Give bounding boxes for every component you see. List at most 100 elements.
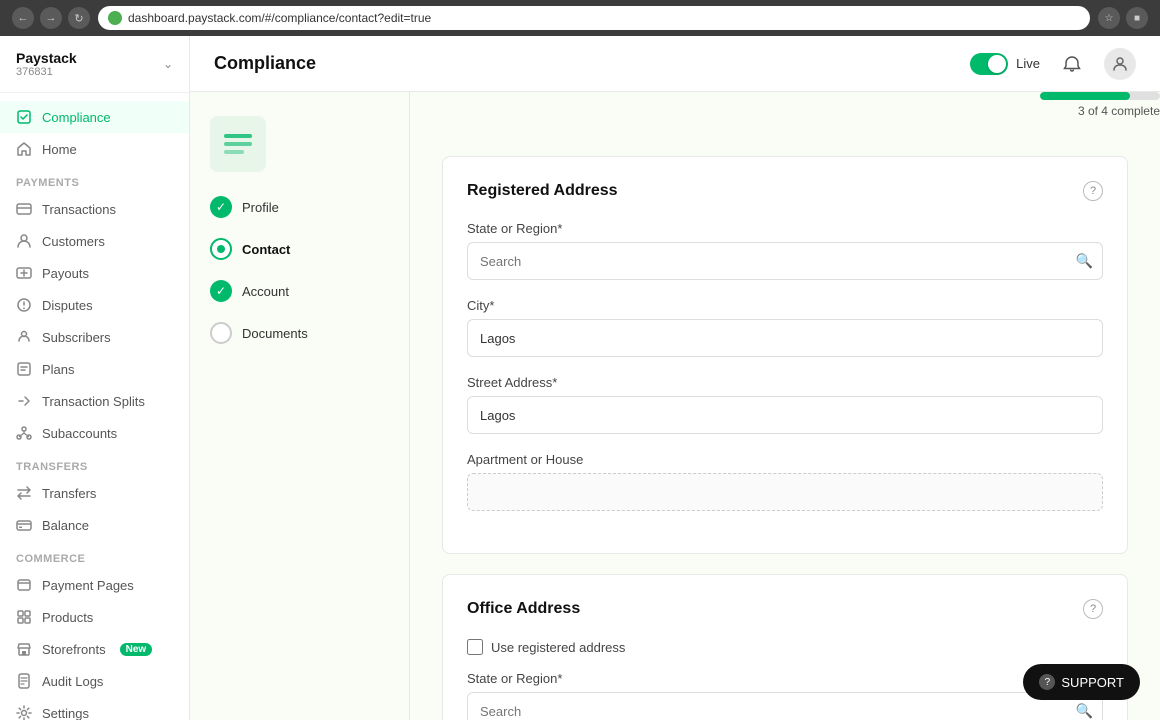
transaction-splits-icon: [16, 393, 32, 409]
sidebar-item-storefronts[interactable]: Storefronts New: [0, 633, 189, 665]
sidebar-item-products[interactable]: Products: [0, 601, 189, 633]
wizard-steps: ✓ Profile Contact ✓ Account: [210, 196, 389, 344]
sidebar-item-compliance[interactable]: Compliance: [0, 101, 189, 133]
progress-bar-outer: [1040, 92, 1160, 100]
sidebar-item-disputes[interactable]: Disputes: [0, 289, 189, 321]
form-area: 3 of 4 complete Registered Address ? Sta…: [410, 92, 1160, 720]
sidebar-item-plans[interactable]: Plans: [0, 353, 189, 385]
registered-address-info-icon[interactable]: ?: [1083, 181, 1103, 201]
office-state-label: State or Region*: [467, 671, 1103, 686]
sidebar-item-balance[interactable]: Balance: [0, 509, 189, 541]
live-label: Live: [1016, 56, 1040, 71]
support-button[interactable]: ? SUPPORT: [1023, 664, 1140, 700]
extensions-icon[interactable]: ■: [1126, 7, 1148, 29]
sidebar-header: Paystack 376831 ⌄: [0, 36, 189, 93]
sidebar-item-payment-pages[interactable]: Payment Pages: [0, 569, 189, 601]
wizard-step-account[interactable]: ✓ Account: [210, 280, 389, 302]
compliance-wizard: ✓ Profile Contact ✓ Account: [190, 92, 410, 720]
progress-label: 3 of 4 complete: [1078, 104, 1160, 118]
sidebar-item-label: Plans: [42, 362, 75, 377]
registered-address-title: Registered Address: [467, 182, 618, 200]
notifications-icon[interactable]: [1056, 48, 1088, 80]
live-toggle[interactable]: Live: [970, 53, 1040, 75]
brand-name: Paystack: [16, 50, 77, 66]
city-label: City*: [467, 298, 1103, 313]
use-registered-row: Use registered address: [467, 639, 1103, 655]
browser-chrome: ← → ↻ dashboard.paystack.com/#/complianc…: [0, 0, 1160, 36]
street-address-input[interactable]: [467, 396, 1103, 434]
account-id: 376831: [16, 66, 77, 78]
sidebar-item-label: Payment Pages: [42, 578, 134, 593]
user-avatar[interactable]: [1104, 48, 1136, 80]
page-title: Compliance: [214, 53, 316, 74]
office-address-info-icon[interactable]: ?: [1083, 599, 1103, 619]
sidebar-item-subscribers[interactable]: Subscribers: [0, 321, 189, 353]
sidebar-item-label: Transactions: [42, 202, 116, 217]
support-icon: ?: [1039, 674, 1055, 690]
payouts-icon: [16, 265, 32, 281]
sidebar-item-home[interactable]: Home: [0, 133, 189, 165]
support-label: SUPPORT: [1061, 675, 1124, 690]
step-indicator-profile: ✓: [210, 196, 232, 218]
state-region-input[interactable]: [467, 242, 1103, 280]
office-state-input[interactable]: [467, 692, 1103, 720]
sidebar-item-payouts[interactable]: Payouts: [0, 257, 189, 289]
step-label-contact: Contact: [242, 242, 290, 257]
sidebar-item-audit-logs[interactable]: Audit Logs: [0, 665, 189, 697]
url-bar[interactable]: dashboard.paystack.com/#/compliance/cont…: [98, 6, 1090, 30]
live-switch[interactable]: [970, 53, 1008, 75]
nav-buttons: ← → ↻: [12, 7, 90, 29]
sidebar-item-transactions[interactable]: Transactions: [0, 193, 189, 225]
sidebar-item-label: Balance: [42, 518, 89, 533]
office-address-title: Office Address: [467, 600, 580, 618]
star-icon[interactable]: ☆: [1098, 7, 1120, 29]
registered-address-header: Registered Address ?: [467, 181, 1103, 201]
sidebar-item-label: Subscribers: [42, 330, 111, 345]
sidebar-item-label: Compliance: [42, 110, 111, 125]
use-registered-label[interactable]: Use registered address: [491, 640, 625, 655]
wizard-step-profile[interactable]: ✓ Profile: [210, 196, 389, 218]
step-label-documents: Documents: [242, 326, 308, 341]
reload-button[interactable]: ↻: [68, 7, 90, 29]
transfers-section-label: TRANSFERS: [0, 449, 189, 477]
office-state-search-wrap: 🔍: [467, 692, 1103, 720]
step-indicator-account: ✓: [210, 280, 232, 302]
state-region-label: State or Region*: [467, 221, 1103, 236]
street-address-group: Street Address*: [467, 375, 1103, 434]
sidebar-item-label: Customers: [42, 234, 105, 249]
wizard-step-contact[interactable]: Contact: [210, 238, 389, 260]
new-badge: New: [120, 643, 153, 656]
sidebar-item-label: Payouts: [42, 266, 89, 281]
disputes-icon: [16, 297, 32, 313]
plans-icon: [16, 361, 32, 377]
state-search-wrap: 🔍: [467, 242, 1103, 280]
commerce-section-label: COMMERCE: [0, 541, 189, 569]
sidebar-item-label: Audit Logs: [42, 674, 103, 689]
office-address-section: Office Address ? Use registered address …: [442, 574, 1128, 720]
state-region-group: State or Region* 🔍: [467, 221, 1103, 280]
sidebar-chevron-icon[interactable]: ⌄: [163, 57, 173, 71]
sidebar-item-transaction-splits[interactable]: Transaction Splits: [0, 385, 189, 417]
sidebar-item-transfers[interactable]: Transfers: [0, 477, 189, 509]
wizard-step-documents[interactable]: Documents: [210, 322, 389, 344]
wizard-icon: [210, 116, 266, 172]
back-button[interactable]: ←: [12, 7, 34, 29]
city-input[interactable]: [467, 319, 1103, 357]
topbar: Compliance Live: [190, 36, 1160, 92]
use-registered-checkbox[interactable]: [467, 639, 483, 655]
transfers-icon: [16, 485, 32, 501]
balance-icon: [16, 517, 32, 533]
office-address-header: Office Address ?: [467, 599, 1103, 619]
apartment-group: Apartment or House: [467, 452, 1103, 511]
sidebar-item-customers[interactable]: Customers: [0, 225, 189, 257]
sidebar-item-label: Products: [42, 610, 93, 625]
apartment-input[interactable]: [467, 473, 1103, 511]
transactions-icon: [16, 201, 32, 217]
toggle-knob: [988, 55, 1006, 73]
subaccounts-icon: [16, 425, 32, 441]
sidebar-item-settings[interactable]: Settings: [0, 697, 189, 720]
payment-pages-icon: [16, 577, 32, 593]
city-group: City*: [467, 298, 1103, 357]
sidebar-item-subaccounts[interactable]: Subaccounts: [0, 417, 189, 449]
forward-button[interactable]: →: [40, 7, 62, 29]
